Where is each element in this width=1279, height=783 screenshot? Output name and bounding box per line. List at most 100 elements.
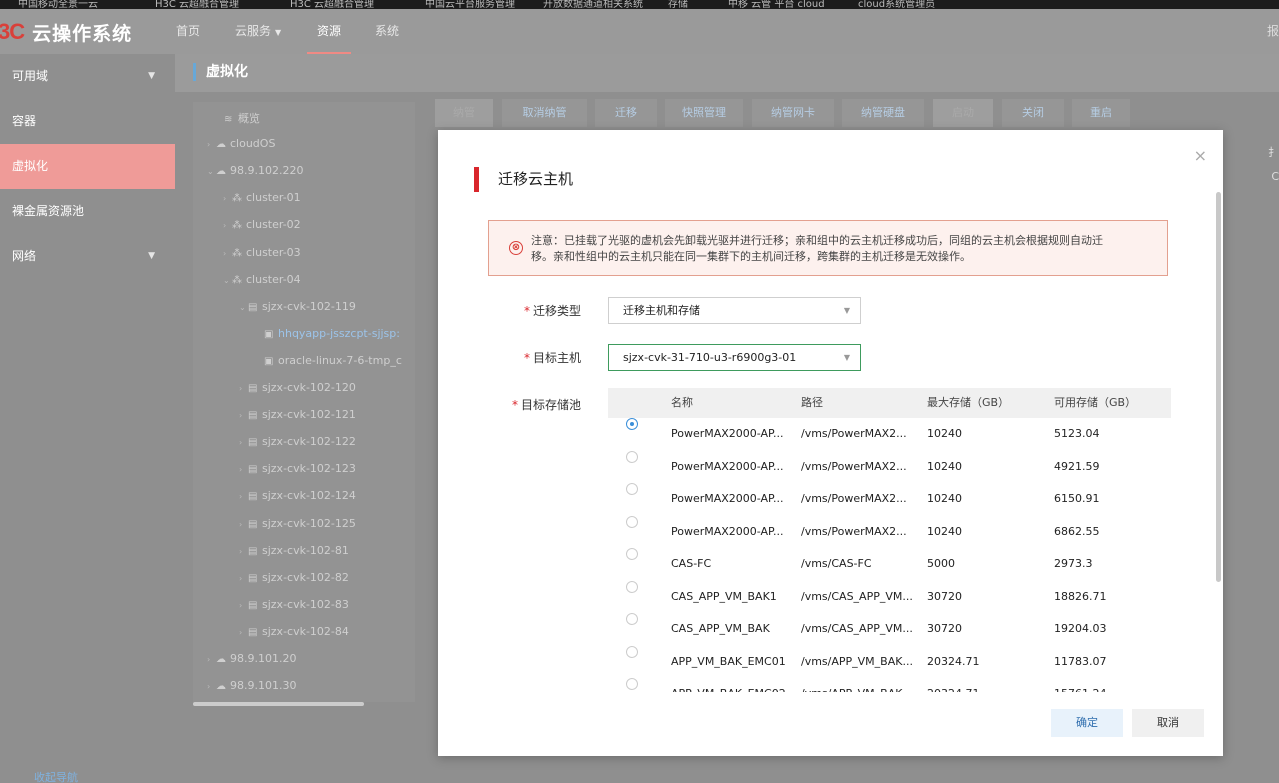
chevron-right-icon[interactable]: › [223,194,232,203]
confirm-button[interactable]: 确定 [1051,709,1123,737]
sidebar-item[interactable]: 容器 [0,99,175,144]
row-radio[interactable] [626,548,638,560]
row-radio[interactable] [626,450,638,463]
action-button[interactable]: 启动 [933,99,993,127]
chevron-right-icon[interactable]: › [223,249,232,258]
bookmark-item[interactable]: H3C 云超融合管理 [290,0,374,9]
bookmark-item[interactable]: 中国云平台服务管理 [425,0,515,9]
tree-node[interactable]: ⌄ ☁ 98.9.102.220 [207,164,303,177]
tree-node[interactable]: › ▤ sjzx-cvk-102-124 [239,489,356,502]
action-button[interactable]: 重启 [1072,99,1130,127]
tree-node[interactable]: ⌄ ⁂ cluster-04 [223,273,301,286]
tree-node[interactable]: › ☁ 98.9.101.20 [207,652,296,665]
tree-node[interactable]: ▣ oracle-linux-7-6-tmp_c [255,354,402,367]
row-radio[interactable] [626,418,638,430]
chevron-right-icon[interactable]: › [239,438,248,447]
tree-node[interactable]: › ☁ cloudOS [207,137,275,150]
chevron-right-icon[interactable]: › [239,547,248,556]
tree-node[interactable]: › ▤ sjzx-cvk-102-123 [239,462,356,475]
tree-node[interactable]: › ▤ sjzx-cvk-102-120 [239,381,356,394]
bookmark-item[interactable]: cloud系统管理员 [858,0,935,9]
nav-right-item[interactable]: 报 [1267,9,1279,54]
tree-node[interactable]: ⌄ ▤ sjzx-cvk-102-119 [239,300,356,313]
cell-name: APP_VM_BAK_EMC02 [671,678,786,692]
close-icon[interactable]: × [1194,146,1207,165]
cancel-button[interactable]: 取消 [1132,709,1204,737]
tree-node[interactable]: › ☁ 98.9.101.30 [207,679,296,692]
bookmark-item[interactable]: 存储 [668,0,688,9]
row-radio[interactable] [626,645,638,658]
tree-node[interactable]: › ▤ sjzx-cvk-102-121 [239,408,356,421]
chevron-down-icon[interactable]: ⌄ [239,303,248,312]
chevron-down-icon[interactable]: ⌄ [207,167,216,176]
chevron-right-icon[interactable]: › [239,411,248,420]
chevron-right-icon[interactable]: › [207,655,216,664]
chevron-right-icon[interactable]: › [223,221,232,230]
action-button[interactable]: 快照管理 [665,99,743,127]
row-radio[interactable] [626,580,638,593]
nav-resources[interactable]: 资源 [306,9,352,54]
table-row[interactable]: PowerMAX2000-AP... /vms/PowerMAX2... 10240… [608,483,1171,516]
chevron-down-icon[interactable]: ⌄ [223,276,232,285]
chevron-right-icon[interactable]: › [239,465,248,474]
bookmark-item[interactable]: 中国移动全景一云 [18,0,98,9]
nav-system[interactable]: 系统 [375,9,399,54]
chevron-right-icon[interactable]: › [239,492,248,501]
table-row[interactable]: CAS_APP_VM_BAK1/vms/CAS_APP_VM... 30720 18… [608,580,1171,614]
action-button[interactable]: 关闭 [1002,99,1064,127]
nav-home[interactable]: 首页 [176,9,200,54]
sidebar-item[interactable]: 裸金属资源池 [0,189,175,234]
bookmark-item[interactable]: 开放数据通道相关系统 [543,0,643,9]
sidebar-item[interactable]: 网络 ▼ [0,234,175,279]
row-radio[interactable] [626,483,638,495]
row-radio[interactable] [626,613,638,625]
chevron-right-icon[interactable]: › [207,140,216,149]
table-row[interactable]: CAS-FC/vms/CAS-FC 5000 2973.3 [608,548,1171,581]
tree-node[interactable]: › ▤ sjzx-cvk-102-82 [239,571,349,584]
row-radio[interactable] [626,515,638,528]
chevron-right-icon[interactable]: › [239,520,248,529]
tree-node[interactable]: › ▤ sjzx-cvk-102-83 [239,598,349,611]
action-button[interactable]: 纳管 [435,99,493,127]
tree-node[interactable]: › ▤ sjzx-cvk-102-125 [239,517,356,530]
table-row[interactable]: APP_VM_BAK_EMC01/vms/APP_VM_BAK... 20324.… [608,645,1171,679]
nav-cloud-services[interactable]: 云服务 ▼ [235,9,281,54]
cell-max: 10240 [927,492,962,505]
target-host-select[interactable]: sjzx-cvk-31-710-u3-r6900g3-01 ▼ [608,344,861,371]
table-row[interactable]: PowerMAX2000-AP... /vms/PowerMAX2... 10240… [608,515,1171,549]
chevron-right-icon[interactable]: › [239,384,248,393]
dialog-scrollbar[interactable] [1216,192,1221,582]
migrate-type-value: 迁移主机和存储 [623,304,700,317]
chevron-right-icon[interactable]: › [239,601,248,610]
chevron-right-icon[interactable]: › [239,574,248,583]
tree-node[interactable]: ▣ hhqyapp-jsszcpt-sjjsp: [255,327,400,340]
table-row[interactable]: APP_VM_BAK_EMC02/vms/APP_VM_BAK... 20324.… [608,678,1171,692]
tree-node[interactable]: ≋ 概览 [215,110,260,126]
action-button[interactable]: 纳管网卡 [752,99,834,127]
sidebar-item[interactable]: 可用域 ▼ [0,54,175,99]
collapse-nav-link[interactable]: 收起导航 [34,769,78,783]
action-button[interactable]: 取消纳管 [502,99,587,127]
tree-node[interactable]: › ▤ sjzx-cvk-102-84 [239,625,349,638]
table-row[interactable]: PowerMAX2000-AP... /vms/PowerMAX2... 10240… [608,418,1171,451]
table-row[interactable]: PowerMAX2000-AP... /vms/PowerMAX2... 10240… [608,450,1171,484]
bookmark-item[interactable]: 中移 云管 平台 cloud [728,0,825,9]
tree-node[interactable]: › ▤ sjzx-cvk-102-122 [239,435,356,448]
tree-node[interactable]: › ⁂ cluster-03 [223,246,301,259]
chevron-right-icon[interactable]: › [239,628,248,637]
tree-node[interactable]: › ▤ sjzx-cvk-102-81 [239,544,349,557]
migrate-type-select[interactable]: 迁移主机和存储 ▼ [608,297,861,324]
tree-node-label: cluster-02 [246,218,301,232]
action-button[interactable]: 纳管硬盘 [842,99,924,127]
bookmark-item[interactable]: H3C 云超融合管理 [155,0,239,9]
storage-pool-table: 名称 路径 最大存储（GB） 可用存储（GB） PowerMAX2000-AP.… [608,388,1171,692]
table-row[interactable]: CAS_APP_VM_BAK/vms/CAS_APP_VM... 30720 192… [608,613,1171,646]
action-button[interactable]: 迁移 [595,99,657,127]
sidebar-item[interactable]: 虚拟化 [0,144,175,189]
tree-node[interactable]: › ⁂ cluster-02 [223,218,301,231]
chevron-right-icon[interactable]: › [207,682,216,691]
row-radio[interactable] [626,678,638,690]
tree-node[interactable]: › ⁂ cluster-01 [223,191,301,204]
tree-node-label: hhqyapp-jsszcpt-sjjsp: [278,326,400,340]
tree-scrollbar[interactable] [193,702,364,706]
